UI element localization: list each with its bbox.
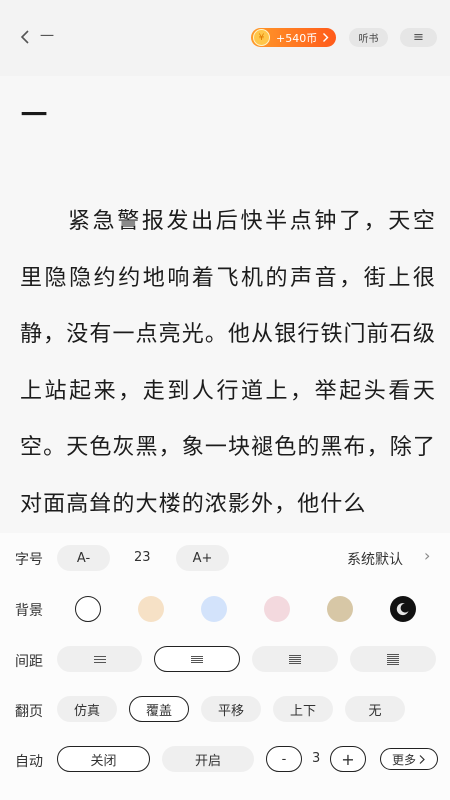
font-decrease-button[interactable]: A- (57, 545, 110, 571)
line-spacing-icon (387, 659, 399, 661)
chapter-title: 一 (21, 101, 48, 131)
auto-speed-increase[interactable]: + (330, 746, 366, 772)
line-spacing-icon (289, 662, 301, 664)
background-label: 背景 (15, 603, 43, 619)
line-spacing-icon (387, 663, 399, 665)
auto-on-button[interactable]: 开启 (162, 746, 254, 772)
auto-scroll-label: 自动 (15, 754, 43, 770)
page-turn-none[interactable]: 无 (345, 696, 405, 722)
more-settings-button[interactable]: 更多 (380, 748, 438, 770)
line-spacing-icon (387, 655, 399, 657)
typeface-button[interactable]: 系统默认 (347, 549, 403, 569)
line-spacing-icon (289, 658, 301, 660)
listen-button[interactable]: 听书 (349, 28, 388, 47)
auto-speed-decrease[interactable]: - (266, 746, 302, 772)
back-button[interactable] (20, 26, 40, 48)
line-spacing-icon (93, 658, 106, 660)
background-swatch-blue[interactable] (201, 596, 227, 622)
background-swatch-night[interactable] (390, 596, 416, 622)
spacing-option-4[interactable] (350, 646, 436, 672)
menu-button[interactable]: ≡ (400, 28, 437, 47)
moon-icon (396, 603, 409, 616)
chevron-right-icon (323, 33, 329, 42)
coin-icon: ¥ (253, 29, 270, 46)
line-spacing-icon (191, 655, 203, 657)
page-turn-label: 翻页 (15, 704, 43, 720)
line-spacing-icon (289, 660, 301, 662)
line-spacing-icon (191, 659, 203, 661)
line-spacing-icon (191, 657, 203, 659)
coin-reward-button[interactable]: ¥ +540币 (251, 28, 336, 47)
reader-settings-panel: 字号 A- 23 A+ 系统默认 › 背景 间距 翻页 仿真 覆盖 平移 上下 … (0, 533, 450, 800)
chapter-label: 一 (40, 29, 54, 45)
font-size-value: 23 (134, 550, 151, 565)
back-arrow-icon (20, 30, 29, 44)
page-turn-vertical[interactable]: 上下 (273, 696, 333, 722)
line-spacing-icon (387, 661, 399, 663)
coin-reward-text: +540币 (276, 31, 318, 45)
background-swatch-white[interactable] (75, 596, 101, 622)
font-increase-button[interactable]: A+ (176, 545, 229, 571)
line-spacing-icon (387, 653, 399, 655)
page-turn-simulation[interactable]: 仿真 (57, 696, 117, 722)
font-size-label: 字号 (15, 552, 43, 568)
chevron-right-icon[interactable]: › (424, 546, 430, 565)
line-spacing-icon (289, 654, 301, 656)
line-spacing-icon (191, 661, 203, 663)
line-spacing-icon (387, 657, 399, 659)
more-label: 更多 (391, 752, 416, 767)
spacing-option-3[interactable] (252, 646, 338, 672)
reader-content[interactable]: 一 ¥ +540币 听书 ≡ 一 紧急警报发出后快半点钟了，天空里隐隐约约地响着… (0, 0, 450, 533)
top-bar: 一 ¥ +540币 听书 ≡ (0, 0, 450, 76)
auto-speed-value: 3 (312, 751, 321, 766)
auto-off-button[interactable]: 关闭 (57, 746, 150, 772)
background-swatch-beige[interactable] (138, 596, 164, 622)
line-spacing-icon (289, 656, 301, 658)
page-turn-cover[interactable]: 覆盖 (129, 696, 189, 722)
chevron-right-icon (419, 754, 425, 764)
background-swatch-pink[interactable] (264, 596, 290, 622)
page-turn-slide[interactable]: 平移 (201, 696, 261, 722)
line-spacing-icon (93, 655, 106, 657)
chapter-paragraph: 紧急警报发出后快半点钟了，天空里隐隐约约地响着飞机的声音，街上很静，没有一点亮光… (20, 209, 436, 517)
spacing-option-1[interactable] (57, 646, 142, 672)
spacing-option-2[interactable] (154, 646, 240, 672)
menu-icon: ≡ (413, 30, 424, 45)
line-spacing-icon (93, 661, 106, 663)
background-swatch-tan[interactable] (327, 596, 353, 622)
spacing-label: 间距 (15, 654, 43, 670)
